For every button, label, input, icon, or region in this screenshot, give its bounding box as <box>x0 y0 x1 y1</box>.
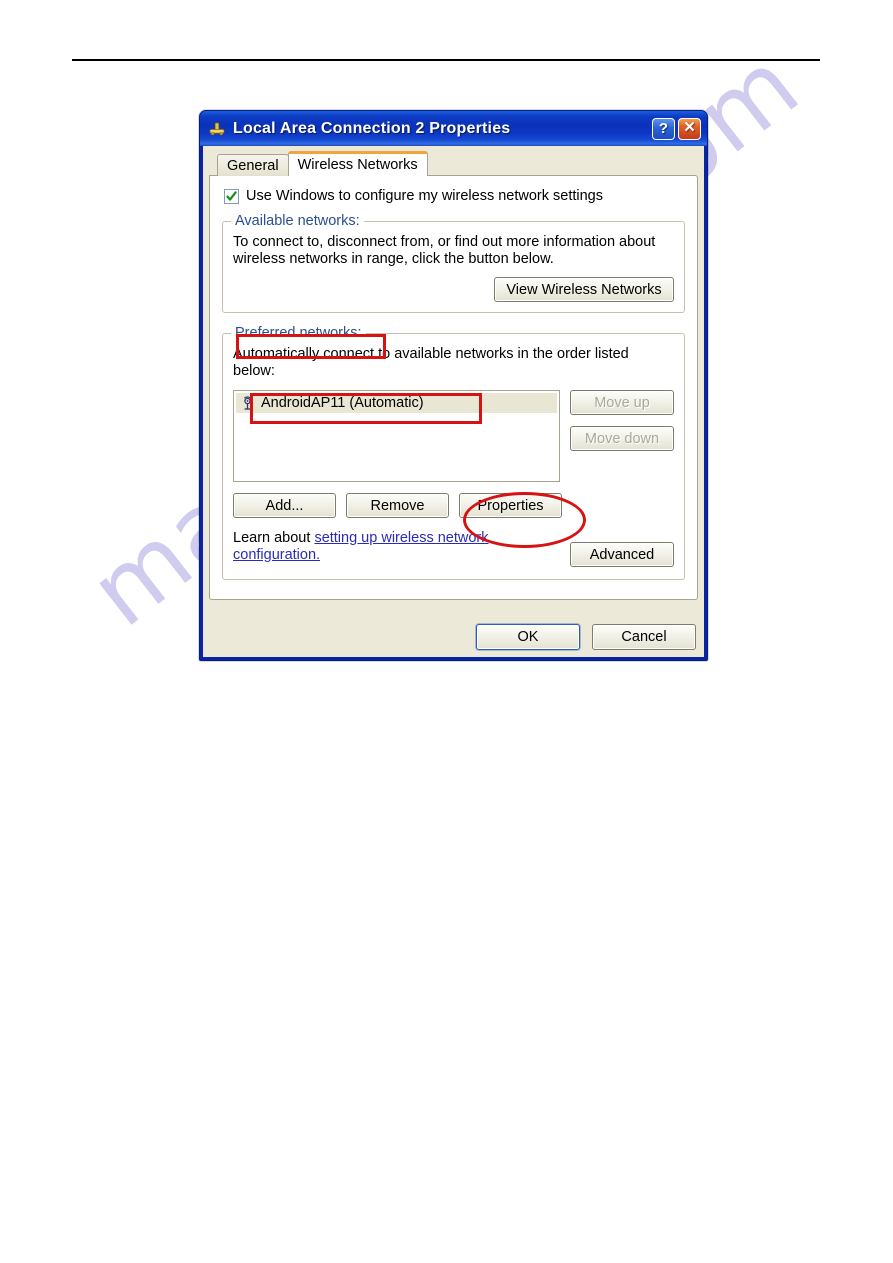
remove-button[interactable]: Remove <box>346 493 449 518</box>
preferred-networks-listbox[interactable]: AndroidAP11 (Automatic) <box>233 390 560 482</box>
tab-general[interactable]: General <box>217 154 289 176</box>
learn-more-text: Learn about setting up wireless network … <box>233 530 560 564</box>
dialog-title: Local Area Connection 2 Properties <box>233 119 511 137</box>
tab-strip: General Wireless Networks <box>209 151 698 176</box>
page-horizontal-rule <box>72 59 820 61</box>
learn-more-prefix: Learn about <box>233 530 315 546</box>
list-item-label: AndroidAP11 (Automatic) <box>261 395 424 411</box>
preferred-networks-legend: Preferred networks: <box>231 325 366 341</box>
tab-wireless-networks[interactable]: Wireless Networks <box>287 151 428 176</box>
preferred-networks-action-row: Add... Remove Properties <box>233 493 674 518</box>
list-item[interactable]: AndroidAP11 (Automatic) <box>236 393 557 413</box>
cancel-button[interactable]: Cancel <box>592 624 696 650</box>
dialog-titlebar[interactable]: Local Area Connection 2 Properties ? ✕ <box>200 111 707 146</box>
close-glyph: ✕ <box>683 119 696 136</box>
view-wireless-networks-button[interactable]: View Wireless Networks <box>494 277 674 302</box>
titlebar-buttons: ? ✕ <box>652 117 701 140</box>
use-windows-checkbox[interactable] <box>224 189 239 204</box>
view-button-row: View Wireless Networks <box>233 277 674 302</box>
use-windows-checkbox-row[interactable]: Use Windows to configure my wireless net… <box>224 188 685 205</box>
advanced-button[interactable]: Advanced <box>570 542 674 567</box>
available-networks-legend: Available networks: <box>231 213 364 229</box>
move-buttons-column: Move up Move down <box>570 390 674 482</box>
ok-button[interactable]: OK <box>476 624 580 650</box>
properties-dialog: Local Area Connection 2 Properties ? ✕ G… <box>199 110 708 661</box>
move-up-button[interactable]: Move up <box>570 390 674 415</box>
properties-button[interactable]: Properties <box>459 493 562 518</box>
network-connection-icon <box>207 119 227 139</box>
move-down-button[interactable]: Move down <box>570 426 674 451</box>
dialog-footer: OK Cancel <box>476 624 696 650</box>
add-button[interactable]: Add... <box>233 493 336 518</box>
checkmark-icon <box>226 191 237 201</box>
preferred-networks-group: Preferred networks: Automatically connec… <box>222 325 685 580</box>
use-windows-checkbox-label: Use Windows to configure my wireless net… <box>246 188 603 204</box>
help-button[interactable]: ? <box>652 117 675 140</box>
preferred-networks-body: AndroidAP11 (Automatic) Move up Move dow… <box>233 390 674 482</box>
close-icon[interactable]: ✕ <box>678 117 701 140</box>
dialog-body: General Wireless Networks Use Windows to… <box>203 146 704 657</box>
wireless-signal-icon <box>240 395 255 411</box>
wireless-networks-panel: Use Windows to configure my wireless net… <box>209 175 698 600</box>
available-networks-description: To connect to, disconnect from, or find … <box>233 234 656 267</box>
available-networks-group: Available networks: To connect to, disco… <box>222 213 685 313</box>
learn-more-row: Learn about setting up wireless network … <box>233 530 674 567</box>
preferred-networks-description: Automatically connect to available netwo… <box>233 346 629 379</box>
